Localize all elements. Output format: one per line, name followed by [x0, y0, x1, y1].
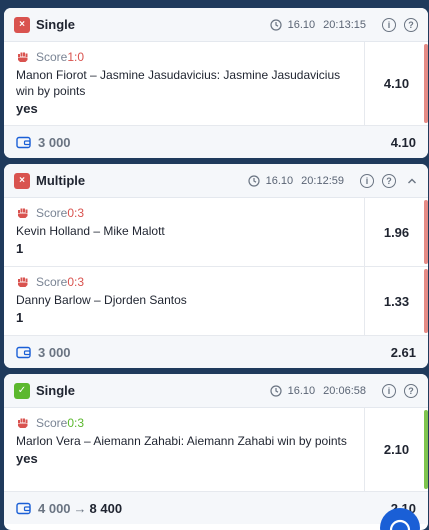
chevron-up-icon[interactable] [406, 175, 418, 187]
total-odds: 4.10 [390, 134, 416, 150]
bet-time: 20:12:59 [301, 174, 344, 187]
bet-date: 16.10 [287, 18, 316, 31]
help-icon[interactable]: ? [404, 383, 418, 398]
bet-date: 16.10 [265, 174, 294, 187]
score-label: Score [36, 50, 68, 64]
bet-card-footer: 3 000 4.10 [4, 126, 428, 158]
score-value: 0:3 [67, 275, 85, 289]
bet-card-header: × Single 16.10 20:13:15 i ? [4, 8, 428, 42]
won-status-icon: ✓ [14, 382, 30, 399]
total-odds: 2.61 [390, 344, 416, 360]
stake-amount: 4 000 [38, 500, 71, 516]
result-stripe [424, 269, 428, 333]
event-outcome: 1 [16, 241, 24, 256]
result-stripe [424, 44, 428, 123]
event-odds: 2.10 [364, 408, 428, 491]
bet-card-header: ✓ Single 16.10 20:06:58 i ? [4, 374, 428, 408]
stake-amount: 3 000 [38, 134, 71, 150]
bet-history-page: × Single 16.10 20:13:15 i ? Score 1:0 Ma… [0, 0, 429, 530]
lost-status-icon: × [14, 16, 30, 33]
bet-card-footer: 4 000 → 8 400 2.10 [4, 492, 428, 524]
event-name: Danny Barlow – Djorden Santos [16, 293, 187, 307]
event-outcome: yes [16, 451, 38, 466]
mma-fist-icon [18, 418, 28, 428]
event-odds: 1.33 [364, 267, 428, 335]
bet-date: 16.10 [287, 384, 316, 397]
clock-icon [248, 174, 260, 187]
event-outcome: 1 [16, 310, 24, 325]
score-value: 0:3 [67, 416, 85, 430]
result-stripe [424, 200, 428, 264]
result-stripe [424, 410, 428, 489]
stake-amount: 3 000 [38, 344, 71, 360]
bet-card-footer: 3 000 2.61 [4, 336, 428, 368]
bet-card-header: × Multiple 16.10 20:12:59 i ? [4, 164, 428, 198]
event-outcome: yes [16, 101, 38, 116]
info-icon[interactable]: i [382, 383, 396, 398]
bet-type-label: Single [36, 17, 76, 32]
mma-fist-icon [18, 277, 28, 287]
event-odds: 4.10 [364, 42, 428, 125]
clock-icon [270, 18, 282, 31]
event-name: Kevin Holland – Mike Malott [16, 224, 165, 238]
clock-icon [270, 384, 282, 397]
score-label: Score [36, 206, 68, 220]
info-icon[interactable]: i [382, 17, 396, 32]
wallet-icon [16, 346, 31, 358]
bet-time: 20:13:15 [323, 18, 366, 31]
event-name: Marlon Vera – Aiemann Zahabi: Aiemann Za… [16, 434, 347, 448]
help-icon[interactable]: ? [404, 17, 418, 32]
score-label: Score [36, 416, 68, 430]
score-value: 1:0 [67, 50, 85, 64]
bet-event[interactable]: Score 0:3 Kevin Holland – Mike Malott 1 … [4, 198, 428, 267]
payout-amount: 8 400 [89, 500, 123, 516]
bet-card[interactable]: ✓ Single 16.10 20:06:58 i ? Score 0:3 Ma… [4, 374, 428, 530]
lost-status-icon: × [14, 172, 30, 189]
mma-fist-icon [18, 208, 28, 218]
bet-type-label: Multiple [36, 173, 86, 188]
score-label: Score [36, 275, 68, 289]
chat-icon [389, 519, 411, 530]
help-icon[interactable]: ? [382, 173, 396, 188]
arrow-icon: → [73, 500, 87, 516]
bet-card[interactable]: × Single 16.10 20:13:15 i ? Score 1:0 Ma… [4, 8, 428, 158]
bet-event[interactable]: Score 0:3 Danny Barlow – Djorden Santos … [4, 267, 428, 336]
bet-time: 20:06:58 [323, 384, 366, 397]
bet-event[interactable]: Score 0:3 Marlon Vera – Aiemann Zahabi: … [4, 408, 428, 492]
info-icon[interactable]: i [360, 173, 374, 188]
score-value: 0:3 [67, 206, 85, 220]
wallet-icon [16, 502, 31, 514]
event-name: Manon Fiorot – Jasmine Jasudavicius: Jas… [16, 68, 341, 98]
wallet-icon [16, 136, 31, 148]
bet-event[interactable]: Score 1:0 Manon Fiorot – Jasmine Jasudav… [4, 42, 428, 126]
event-odds: 1.96 [364, 198, 428, 266]
bet-type-label: Single [36, 383, 76, 398]
mma-fist-icon [18, 52, 28, 62]
bet-card[interactable]: × Multiple 16.10 20:12:59 i ? Score 0:3 … [4, 164, 428, 368]
